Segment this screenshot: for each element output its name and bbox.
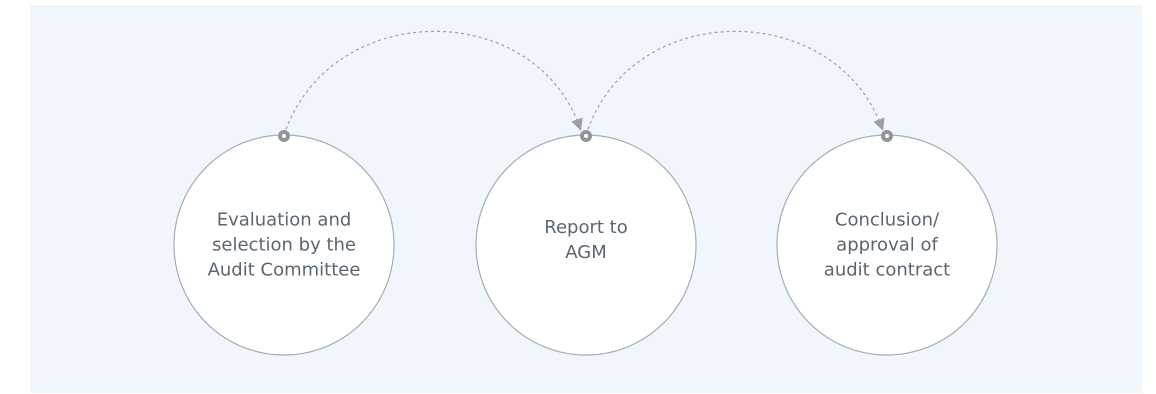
step-label-conclusion: Conclusion/ approval of audit contract: [823, 209, 951, 281]
node-3: [881, 130, 893, 142]
process-diagram: [173, 30, 998, 356]
connector-arrow-1: [283, 30, 583, 136]
step-label-evaluation: Evaluation and selection by the Audit Co…: [207, 209, 361, 281]
node-1: [278, 130, 290, 142]
node-2: [580, 130, 592, 142]
step-label-report: Report to AGM: [544, 217, 628, 263]
connector-arrow-2: [585, 30, 885, 136]
